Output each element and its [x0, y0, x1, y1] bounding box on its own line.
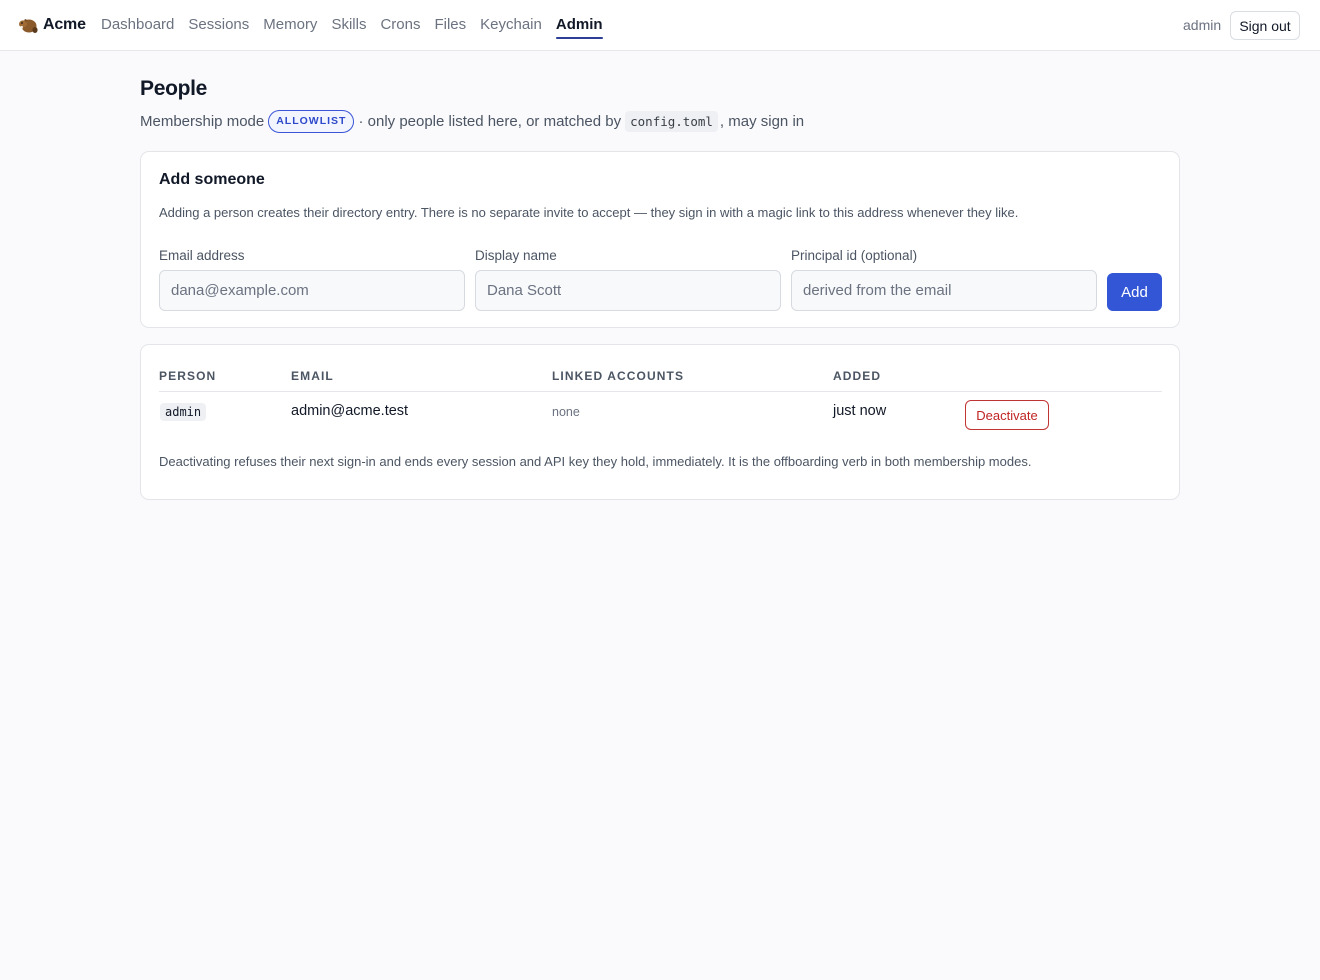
column-header-linked-accounts: Linked accounts [552, 369, 685, 383]
person-added-time: just now [833, 403, 887, 419]
display-name-field-label: Display name [475, 248, 557, 263]
nav-item-keychain[interactable]: Keychain [480, 0, 542, 51]
brand-name: Acme [43, 16, 86, 33]
principal-id-field[interactable] [791, 270, 1097, 311]
membership-mode-suffix: , may sign in [719, 113, 805, 130]
top-nav-bar: Acme Dashboard Sessions Memory Skills Cr… [0, 0, 1320, 51]
table-header-divider [159, 391, 1162, 392]
person-email: admin@acme.test [291, 403, 409, 419]
page-title: People [140, 77, 208, 100]
membership-mode-line: Membership mode ALLOWLIST · only people … [140, 110, 804, 133]
column-header-added: Added [833, 369, 882, 383]
nav-item-crons[interactable]: Crons [380, 0, 420, 51]
add-person-button[interactable]: Add [1107, 273, 1162, 311]
nav-item-sessions[interactable]: Sessions [188, 0, 249, 51]
current-user-name: admin [1183, 17, 1222, 33]
sign-out-button[interactable]: Sign out [1230, 11, 1300, 40]
membership-mode-prefix: Membership mode [140, 113, 265, 130]
membership-mode-badge: ALLOWLIST [268, 110, 355, 133]
nav-item-memory[interactable]: Memory [263, 0, 317, 51]
principal-id-field-label: Principal id (optional) [791, 248, 918, 263]
membership-mode-middle: · only people listed here, or matched by [358, 113, 622, 130]
column-header-person: Person [159, 369, 217, 383]
config-file-code: config.toml [625, 111, 718, 132]
add-person-description: Adding a person creates their directory … [159, 205, 1019, 220]
deactivate-button[interactable]: Deactivate [965, 400, 1049, 430]
person-id-chip: admin [160, 403, 207, 421]
email-field-label: Email address [159, 248, 245, 263]
people-table-card: Person Email Linked accounts Added admin… [140, 344, 1180, 500]
nav-item-admin[interactable]: Admin [555, 0, 603, 51]
brand[interactable]: Acme [18, 14, 86, 36]
main-nav: Dashboard Sessions Memory Skills Crons F… [101, 0, 603, 51]
column-header-email: Email [291, 369, 334, 383]
add-person-card: Add someone Adding a person creates thei… [140, 151, 1180, 328]
display-name-field[interactable] [475, 270, 781, 311]
deactivate-note: Deactivating refuses their next sign-in … [159, 454, 1032, 469]
beaver-icon [19, 19, 38, 33]
nav-item-skills[interactable]: Skills [331, 0, 366, 51]
nav-item-files[interactable]: Files [434, 0, 466, 51]
person-linked-accounts: none [552, 405, 580, 419]
email-field[interactable] [159, 270, 465, 311]
add-person-title: Add someone [159, 171, 265, 188]
nav-item-dashboard[interactable]: Dashboard [101, 0, 174, 51]
